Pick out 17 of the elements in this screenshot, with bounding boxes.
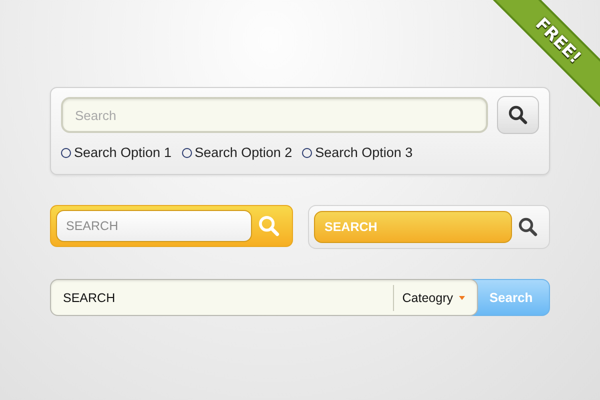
category-dropdown[interactable]: Cateogry (393, 284, 477, 310)
option-label[interactable]: Search Option 2 (194, 145, 292, 160)
search-field[interactable]: Search (61, 97, 488, 133)
search-icon (508, 105, 528, 125)
search-button[interactable] (518, 217, 538, 237)
option-label[interactable]: Search Option 3 (315, 145, 413, 160)
option-label[interactable]: Search Option 1 (74, 145, 172, 160)
search-icon (258, 215, 280, 237)
radio-button[interactable] (182, 148, 192, 158)
search-icon (518, 217, 538, 237)
search-field[interactable]: SEARCH (56, 210, 252, 242)
search-button[interactable] (497, 96, 539, 134)
caret-icon (459, 296, 465, 300)
radio-button[interactable] (61, 148, 71, 158)
search-field[interactable]: SEARCH Cateogry (50, 279, 478, 316)
radio-button[interactable] (302, 148, 312, 158)
search-field[interactable]: SEARCH (314, 211, 512, 243)
